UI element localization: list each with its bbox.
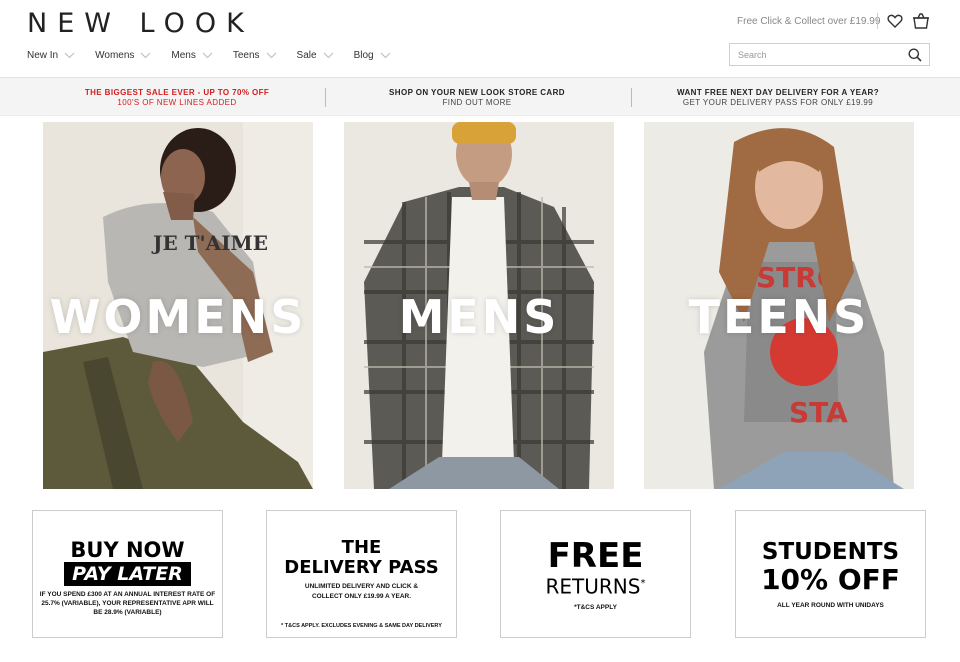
card-students[interactable]: STUDENTS 10% OFF ALL YEAR ROUND WITH UNI… (735, 510, 926, 638)
nav-label: Womens (95, 50, 135, 61)
chevron-down-icon (266, 52, 276, 59)
main-nav: New In Womens Mens Teens Sale Blog (27, 50, 411, 61)
card-footnote: * T&CS APPLY. EXCLUDES EVENING & SAME DA… (281, 623, 442, 629)
search-input[interactable] (730, 44, 900, 65)
nav-item-mens[interactable]: Mens (171, 50, 213, 61)
nav-label: New In (27, 50, 59, 61)
heart-icon[interactable] (887, 13, 903, 29)
promo-title: WANT FREE NEXT DAY DELIVERY FOR A YEAR? (677, 88, 879, 97)
promo-subtitle: 100'S OF NEW LINES ADDED (117, 98, 237, 107)
svg-text:STA: STA (789, 396, 848, 429)
tile-mens[interactable]: MENS (344, 122, 614, 489)
card-text: *T&CS APPLY (574, 603, 617, 611)
chevron-down-icon (64, 52, 75, 59)
card-highlight: PAY LATER (64, 562, 191, 586)
tile-label: TEENS (688, 290, 870, 344)
card-title: STUDENTS (761, 539, 900, 565)
nav-label: Mens (171, 50, 196, 61)
card-text: IF YOU SPEND £300 AT AN ANNUAL INTEREST … (39, 591, 216, 616)
card-text: ALL YEAR ROUND WITH UNIDAYS (777, 602, 884, 609)
card-title-2: DELIVERY PASS (284, 557, 439, 578)
click-collect-text[interactable]: Free Click & Collect over £19.99 (737, 16, 880, 27)
tile-label: MENS (398, 290, 560, 344)
card-title-2: 10% OFF (761, 563, 900, 596)
search-box (729, 43, 930, 66)
card-asterisk: * (640, 578, 646, 589)
chevron-down-icon (380, 52, 390, 59)
promo-strip: THE BIGGEST SALE EVER - UP TO 70% OFF 10… (0, 77, 960, 116)
chevron-down-icon (202, 52, 213, 59)
nav-item-blog[interactable]: Blog (354, 50, 391, 61)
card-title: FREE (547, 536, 644, 576)
bag-icon[interactable] (912, 12, 930, 30)
promo-title: SHOP ON YOUR NEW LOOK STORE CARD (389, 88, 565, 97)
nav-item-sale[interactable]: Sale (297, 50, 334, 61)
promo-sale[interactable]: THE BIGGEST SALE EVER - UP TO 70% OFF 10… (27, 88, 327, 108)
nav-label: Teens (232, 50, 260, 61)
nav-label: Sale (296, 50, 317, 61)
card-buy-now-pay-later[interactable]: BUY NOW PAY LATER IF YOU SPEND £300 AT A… (32, 510, 223, 638)
card-title-2: RETURNS (545, 574, 641, 599)
promo-store-card[interactable]: SHOP ON YOUR NEW LOOK STORE CARD FIND OU… (327, 88, 627, 108)
chevron-down-icon (141, 52, 151, 59)
tile-teens[interactable]: STRO STA TEENS (644, 122, 914, 489)
tile-womens[interactable]: JE T'AIME WOMENS (43, 122, 313, 489)
promo-divider (325, 88, 326, 107)
nav-item-teens[interactable]: Teens (233, 50, 277, 61)
promo-delivery[interactable]: WANT FREE NEXT DAY DELIVERY FOR A YEAR? … (628, 88, 928, 108)
card-free-returns[interactable]: FREE RETURNS* *T&CS APPLY (500, 510, 691, 638)
promo-subtitle: FIND OUT MORE (442, 98, 512, 107)
logo[interactable]: NEW LOOK (27, 8, 254, 39)
chevron-down-icon (323, 52, 333, 59)
search-icon[interactable] (908, 48, 922, 62)
card-delivery-pass[interactable]: THE DELIVERY PASS UNLIMITED DELIVERY AND… (266, 510, 457, 638)
svg-text:JE T'AIME: JE T'AIME (151, 231, 268, 255)
promo-title: THE BIGGEST SALE EVER - UP TO 70% OFF (84, 88, 270, 97)
nav-item-new-in[interactable]: New In (27, 50, 75, 61)
card-text: UNLIMITED DELIVERY AND CLICK & COLLECT O… (304, 583, 419, 600)
nav-label: Blog (353, 50, 374, 61)
promo-subtitle: GET YOUR DELIVERY PASS FOR ONLY £19.99 (682, 98, 874, 107)
card-title: BUY NOW (70, 538, 185, 562)
nav-item-womens[interactable]: Womens (95, 50, 151, 61)
tile-label: WOMENS (49, 290, 307, 344)
header-divider (877, 13, 878, 29)
card-title: THE (341, 537, 382, 558)
